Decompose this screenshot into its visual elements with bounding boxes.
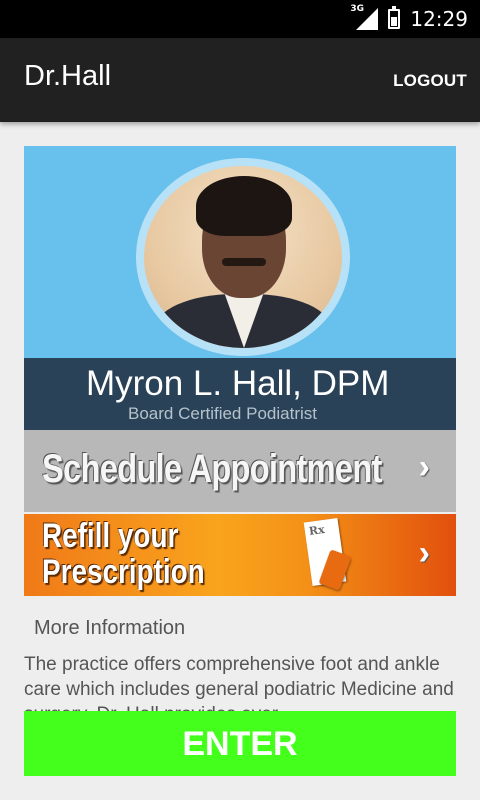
doctor-credential: Board Certified Podiatrist bbox=[128, 404, 317, 423]
status-clock: 12:29 bbox=[410, 7, 468, 31]
enter-label: ENTER bbox=[182, 725, 298, 763]
schedule-appointment-button[interactable]: Schedule Appointment › bbox=[24, 430, 456, 512]
rx-mark: Rx bbox=[308, 522, 326, 538]
refill-line-1: Refill your bbox=[42, 517, 179, 555]
refill-prescription-button[interactable]: Refill your Prescription Rx › bbox=[24, 514, 456, 596]
doctor-photo-banner bbox=[24, 146, 456, 358]
doctor-photo bbox=[144, 166, 342, 348]
chevron-right-icon: › bbox=[418, 448, 430, 486]
more-information-heading: More Information bbox=[34, 617, 186, 639]
battery-charging-icon bbox=[388, 6, 401, 29]
status-icons: 3G 12:29 bbox=[350, 0, 468, 38]
doctor-name-banner: Myron L. Hall, DPM Board Certified Podia… bbox=[24, 358, 456, 430]
refill-line-2: Prescription bbox=[42, 553, 205, 591]
schedule-appointment-label: Schedule Appointment bbox=[42, 447, 382, 491]
logout-button[interactable]: LOGOUT bbox=[393, 71, 467, 91]
doctor-photo-frame bbox=[136, 158, 350, 356]
cell-signal-icon: 3G bbox=[350, 4, 379, 30]
app-title: Dr.Hall bbox=[24, 60, 112, 92]
refill-prescription-label: Refill your Prescription bbox=[42, 518, 205, 590]
doctor-name: Myron L. Hall, DPM bbox=[86, 364, 390, 403]
status-bar: 3G 12:29 bbox=[0, 0, 480, 38]
practice-description: The practice offers comprehensive foot a… bbox=[24, 654, 454, 712]
app-bar: Dr.Hall LOGOUT bbox=[0, 38, 480, 122]
chevron-right-icon: › bbox=[418, 534, 430, 572]
enter-button[interactable]: ENTER bbox=[24, 711, 456, 776]
